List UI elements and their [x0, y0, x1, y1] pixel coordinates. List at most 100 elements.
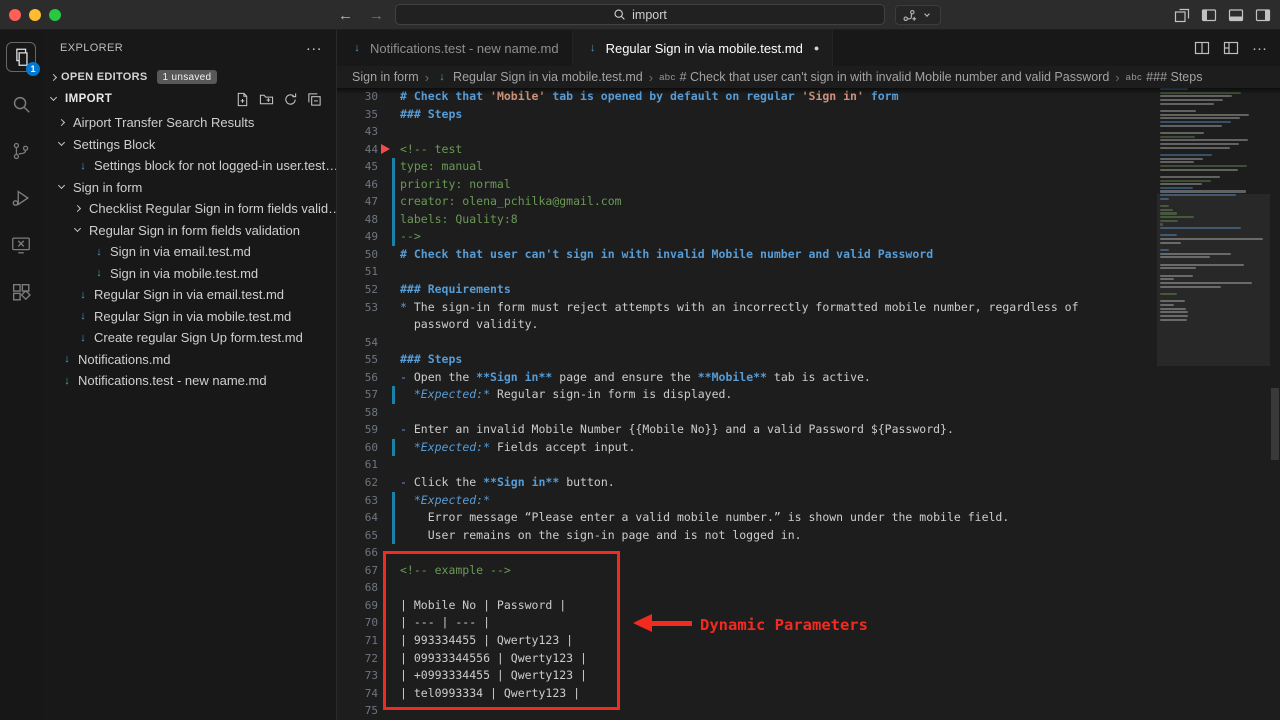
breadcrumb-item[interactable]: Sign in form: [352, 70, 419, 84]
editor-line-65[interactable]: 65 User remains on the sign-in page and …: [337, 527, 1157, 545]
more-actions-icon[interactable]: ···: [1252, 41, 1267, 56]
run-debug-icon[interactable]: [6, 183, 36, 213]
scrollbar[interactable]: [1270, 88, 1280, 720]
tab-regular-sign-in-via-mobile-test-md[interactable]: ↓Regular Sign in via mobile.test.md●: [573, 30, 834, 66]
explorer-icon[interactable]: 1: [6, 42, 36, 72]
tree-item-sign-in-form[interactable]: Sign in form: [42, 177, 336, 199]
tree-item-regular-sign-in-via-mobile-test-md[interactable]: ↓Regular Sign in via mobile.test.md: [42, 306, 336, 328]
editor-line-53[interactable]: 53* The sign-in form must reject attempt…: [337, 299, 1157, 317]
editor-line-66[interactable]: 66: [337, 544, 1157, 562]
tree-item-checklist-regular-sign-in-form-fields-vali[interactable]: Checklist Regular Sign in form fields va…: [42, 198, 336, 220]
workspace-section-header[interactable]: IMPORT: [42, 88, 336, 110]
code-segment: | --- | --- |: [400, 615, 490, 629]
refresh-icon[interactable]: [283, 92, 298, 107]
editor-line-56[interactable]: 56- Open the **Sign in** page and ensure…: [337, 369, 1157, 387]
editor-line-50[interactable]: 50# Check that user can't sign in with i…: [337, 246, 1157, 264]
editor-line-67[interactable]: 67<!-- example -->: [337, 562, 1157, 580]
breadcrumb-label: Regular Sign in via mobile.test.md: [453, 70, 643, 84]
editor-line-54[interactable]: 54: [337, 334, 1157, 352]
editor-line-62[interactable]: 62- Click the **Sign in** button.: [337, 474, 1157, 492]
code-text: | 09933344556 | Qwerty123 |: [395, 650, 1157, 668]
line-number: 35: [337, 106, 378, 124]
line-number: 52: [337, 281, 378, 299]
editor-line-71[interactable]: 71| 993334455 | Qwerty123 |: [337, 632, 1157, 650]
editor-line-63[interactable]: 63 *Expected:*: [337, 492, 1157, 510]
source-control-action-button[interactable]: [895, 5, 941, 25]
more-actions-icon[interactable]: ···: [306, 41, 322, 56]
tree-item-create-regular-sign-up-form-test-md[interactable]: ↓Create regular Sign Up form.test.md: [42, 327, 336, 349]
breadcrumb-item[interactable]: ↓Regular Sign in via mobile.test.md: [435, 70, 643, 84]
editor-line-61[interactable]: 61: [337, 456, 1157, 474]
minimap[interactable]: [1157, 88, 1270, 720]
source-control-icon[interactable]: [6, 136, 36, 166]
forward-arrow-icon[interactable]: →: [369, 7, 384, 24]
editor-line-30[interactable]: 30# Check that 'Mobile' tab is opened by…: [337, 88, 1157, 106]
breadcrumb-item[interactable]: abc# Check that user can't sign in with …: [659, 70, 1109, 84]
editor-line-72[interactable]: 72| 09933344556 | Qwerty123 |: [337, 650, 1157, 668]
editor-line-44[interactable]: 44<!-- test: [337, 141, 1157, 159]
toggle-sidebar-right-icon[interactable]: [1255, 7, 1271, 23]
editor[interactable]: 30# Check that 'Mobile' tab is opened by…: [337, 88, 1280, 720]
editor-line-59[interactable]: 59- Enter an invalid Mobile Number {{Mob…: [337, 421, 1157, 439]
new-folder-icon[interactable]: [259, 92, 274, 107]
zoom-button[interactable]: [49, 9, 61, 21]
deleted-lines-marker-icon: [381, 144, 390, 154]
toggle-panel-icon[interactable]: [1228, 7, 1244, 23]
editor-line-wrap[interactable]: password validity.: [337, 316, 1157, 334]
split-editor-icon[interactable]: [1194, 40, 1210, 56]
search-icon[interactable]: [6, 89, 36, 119]
tree-item-sign-in-via-email-test-md[interactable]: ↓Sign in via email.test.md: [42, 241, 336, 263]
editor-line-64[interactable]: 64 Error message “Please enter a valid m…: [337, 509, 1157, 527]
code-segment: *Expected:*: [414, 493, 490, 507]
tree-item-settings-block[interactable]: Settings Block: [42, 134, 336, 156]
editor-line-70[interactable]: 70 | --- | --- |: [337, 614, 1157, 632]
editor-line-47[interactable]: 47creator: olena_pchilka@gmail.com: [337, 193, 1157, 211]
editor-line-49[interactable]: 49-->: [337, 228, 1157, 246]
close-button[interactable]: [9, 9, 21, 21]
editor-line-74[interactable]: 74| tel0993334 | Qwerty123 |: [337, 685, 1157, 703]
editor-line-75[interactable]: 75: [337, 702, 1157, 720]
editor-line-51[interactable]: 51: [337, 263, 1157, 281]
editor-line-60[interactable]: 60 *Expected:* Fields accept input.: [337, 439, 1157, 457]
customize-layout-icon[interactable]: [1223, 40, 1239, 56]
tree-item-notifications-md[interactable]: ↓Notifications.md: [42, 349, 336, 371]
scrollbar-slider[interactable]: [1271, 388, 1279, 460]
editor-line-52[interactable]: 52### Requirements: [337, 281, 1157, 299]
command-center-search[interactable]: import: [395, 4, 885, 25]
multiple-windows-icon[interactable]: [1174, 7, 1190, 23]
editor-line-48[interactable]: 48labels: Quality:8: [337, 211, 1157, 229]
editor-line-73[interactable]: 73| +0993334455 | Qwerty123 |: [337, 667, 1157, 685]
tree-item-notifications-test-new-name-md[interactable]: ↓Notifications.test - new name.md: [42, 370, 336, 392]
remote-monitor-icon[interactable]: [6, 230, 36, 260]
tree-item-regular-sign-in-form-fields-validation[interactable]: Regular Sign in form fields validation: [42, 220, 336, 242]
line-number: 70: [337, 614, 378, 632]
editor-line-46[interactable]: 46priority: normal: [337, 176, 1157, 194]
tree-item-airport-transfer-search-results[interactable]: Airport Transfer Search Results: [42, 112, 336, 134]
markdown-file-icon: ↓: [76, 332, 90, 344]
extensions-icon[interactable]: [6, 277, 36, 307]
editor-line-43[interactable]: 43: [337, 123, 1157, 141]
minimize-button[interactable]: [29, 9, 41, 21]
new-file-icon[interactable]: [235, 92, 250, 107]
markdown-file-icon: ↓: [76, 310, 90, 322]
editor-line-69[interactable]: 69| Mobile No | Password |: [337, 597, 1157, 615]
tab-notifications-test-new-name-md[interactable]: ↓Notifications.test - new name.md: [337, 30, 573, 66]
editor-line-57[interactable]: 57 *Expected:* Regular sign-in form is d…: [337, 386, 1157, 404]
open-editors-section[interactable]: OPEN EDITORS 1 unsaved: [42, 66, 336, 88]
explorer-actions: [235, 92, 322, 107]
collapse-all-icon[interactable]: [307, 92, 322, 107]
minimap-slider[interactable]: [1157, 194, 1270, 366]
editor-line-68[interactable]: 68: [337, 579, 1157, 597]
line-number: 58: [337, 404, 378, 422]
code-segment: # Check that user can't sign in with inv…: [400, 247, 933, 261]
editor-line-55[interactable]: 55### Steps: [337, 351, 1157, 369]
tree-item-settings-block-for-not-logged-in-user-test[interactable]: ↓Settings block for not logged-in user.t…: [42, 155, 336, 177]
editor-line-35[interactable]: 35### Steps: [337, 106, 1157, 124]
breadcrumb-item[interactable]: abc### Steps: [1126, 70, 1203, 84]
tree-item-sign-in-via-mobile-test-md[interactable]: ↓Sign in via mobile.test.md: [42, 263, 336, 285]
editor-line-45[interactable]: 45type: manual: [337, 158, 1157, 176]
toggle-sidebar-left-icon[interactable]: [1201, 7, 1217, 23]
back-arrow-icon[interactable]: ←: [338, 7, 353, 24]
tree-item-regular-sign-in-via-email-test-md[interactable]: ↓Regular Sign in via email.test.md: [42, 284, 336, 306]
editor-line-58[interactable]: 58: [337, 404, 1157, 422]
